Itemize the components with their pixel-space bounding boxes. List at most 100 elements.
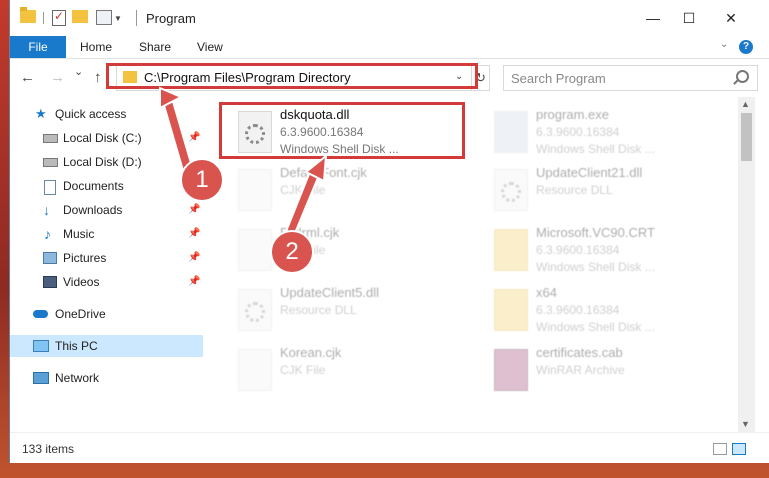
file-item-updateclient21[interactable]: UpdateClient21.dll Resource DLL [486, 163, 716, 219]
file-version: 6.3.9600.16384 [536, 303, 620, 317]
sidebar-item-downloads[interactable]: ↓ Downloads 📌 [10, 199, 203, 221]
sidebar-item-local-disk-d[interactable]: Local Disk (D:) [10, 151, 203, 173]
sidebar-item-label: Network [55, 371, 100, 385]
drive-icon [43, 134, 58, 143]
search-placeholder: Search Program [511, 71, 606, 86]
folder-icon [20, 7, 36, 23]
tab-view[interactable]: View [197, 36, 223, 58]
pin-icon: 📌 [188, 276, 201, 287]
details-view-icon[interactable] [713, 443, 727, 455]
file-name: certificates.cab [536, 345, 623, 360]
tab-home[interactable]: Home [80, 36, 112, 58]
sidebar-item-quick-access[interactable]: ★ Quick access [10, 103, 203, 125]
sidebar-item-label: Downloads [63, 203, 123, 217]
onedrive-icon [33, 310, 48, 318]
file-item-defaultfont[interactable]: DefaultFont.cjk CJK File [230, 163, 460, 219]
title-bar: ▼ Program — ☐ ✕ [10, 0, 769, 36]
sidebar-item-label: Music [63, 227, 95, 241]
scroll-down-icon[interactable]: ▼ [741, 419, 750, 429]
pin-icon: 📌 [188, 132, 201, 143]
callout-two: 2 [270, 230, 314, 274]
file-name: UpdateClient5.dll [280, 285, 380, 300]
sidebar-item-music[interactable]: ♪ Music 📌 [10, 223, 203, 245]
search-icon[interactable] [736, 70, 749, 83]
dll-gear-icon [238, 289, 272, 331]
file-item-korean[interactable]: Korean.cjk CJK File [230, 343, 460, 399]
navigation-pane: ★ Quick access Local Disk (C:) 📌 Local D… [10, 97, 205, 432]
customize-view-icon[interactable] [96, 10, 112, 25]
vertical-scrollbar[interactable]: ▲ ▼ [738, 97, 755, 432]
file-type: Resource DLL [280, 303, 357, 317]
sidebar-item-local-disk-c[interactable]: Local Disk (C:) 📌 [10, 127, 203, 149]
file-item-extlrml[interactable]: Extlrml.cjk CJK File [230, 223, 460, 279]
file-name: Microsoft.VC90.CRT [536, 225, 655, 240]
pin-icon: 📌 [188, 252, 201, 263]
minimize-button[interactable]: — [638, 6, 668, 30]
pin-icon: 📌 [188, 228, 201, 239]
recent-locations-button[interactable]: ⌄ [74, 65, 83, 78]
file-item-x64[interactable]: x64 6.3.9600.16384 Windows Shell Disk ..… [486, 283, 716, 339]
scroll-up-icon[interactable]: ▲ [741, 99, 750, 109]
file-type: WinRAR Archive [536, 363, 625, 377]
title-divider [136, 10, 137, 26]
tab-share[interactable]: Share [139, 36, 171, 58]
forward-button[interactable]: → [50, 69, 65, 86]
file-name: x64 [536, 285, 557, 300]
sidebar-item-pictures[interactable]: Pictures 📌 [10, 247, 203, 269]
new-folder-icon[interactable] [72, 10, 88, 23]
ribbon-tabs: File Home Share View ⌄ ? [10, 36, 769, 59]
videos-icon [43, 276, 57, 288]
close-button[interactable]: ✕ [716, 6, 746, 30]
sidebar-item-documents[interactable]: Documents 📌 [10, 175, 203, 197]
sidebar-item-network[interactable]: Network [10, 367, 203, 389]
sidebar-item-label: Local Disk (C:) [63, 131, 142, 145]
tab-file[interactable]: File [10, 36, 66, 58]
pin-icon: 📌 [188, 204, 201, 215]
file-type: CJK File [280, 363, 326, 377]
file-icon [238, 229, 272, 271]
archive-icon [494, 349, 528, 391]
sidebar-item-label: Pictures [63, 251, 107, 265]
help-icon[interactable]: ? [739, 40, 753, 54]
file-item-program-exe[interactable]: program.exe 6.3.9600.16384 Windows Shell… [486, 105, 716, 161]
documents-icon [44, 180, 56, 195]
address-bar-highlight [106, 63, 478, 89]
status-bar: 133 items [10, 432, 769, 463]
search-input[interactable]: Search Program [503, 65, 758, 91]
sidebar-item-label: Local Disk (D:) [63, 155, 142, 169]
file-name: DefaultFont.cjk [280, 165, 367, 180]
file-version: 6.3.9600.16384 [536, 125, 620, 139]
window-title: Program [146, 11, 196, 26]
music-icon: ♪ [44, 226, 51, 242]
properties-check-icon[interactable] [52, 9, 66, 26]
file-icon [238, 169, 272, 211]
maximize-button[interactable]: ☐ [674, 6, 704, 30]
file-highlight [219, 102, 465, 159]
large-icons-view-icon[interactable] [732, 443, 746, 455]
exe-icon [494, 111, 528, 153]
file-item-microsoft-vc90[interactable]: Microsoft.VC90.CRT 6.3.9600.16384 Window… [486, 223, 716, 279]
item-count: 133 items [22, 442, 75, 456]
file-type: Resource DLL [536, 183, 613, 197]
file-icon [238, 349, 272, 391]
dll-gear-icon [494, 169, 528, 211]
star-icon: ★ [35, 106, 47, 121]
quick-access-dropdown-icon[interactable]: ▼ [114, 14, 122, 30]
up-button[interactable]: ↑ [94, 69, 102, 86]
sidebar-item-label: Videos [63, 275, 100, 289]
sidebar-item-this-pc[interactable]: This PC [10, 335, 203, 357]
sidebar-item-videos[interactable]: Videos 📌 [10, 271, 203, 293]
folder-icon [494, 229, 528, 271]
network-icon [33, 372, 49, 384]
callout-one: 1 [180, 158, 224, 202]
sidebar-item-onedrive[interactable]: OneDrive [10, 303, 203, 325]
scroll-thumb[interactable] [741, 113, 752, 161]
file-name: program.exe [536, 107, 609, 122]
sidebar-item-label: Quick access [55, 107, 127, 121]
file-item-updateclient5[interactable]: UpdateClient5.dll Resource DLL [230, 283, 460, 339]
file-item-certificates-cab[interactable]: certificates.cab WinRAR Archive [486, 343, 716, 399]
pictures-icon [43, 252, 57, 264]
back-button[interactable]: ← [20, 69, 35, 86]
toolbar-divider [43, 12, 44, 24]
expand-ribbon-icon[interactable]: ⌄ [720, 39, 728, 50]
